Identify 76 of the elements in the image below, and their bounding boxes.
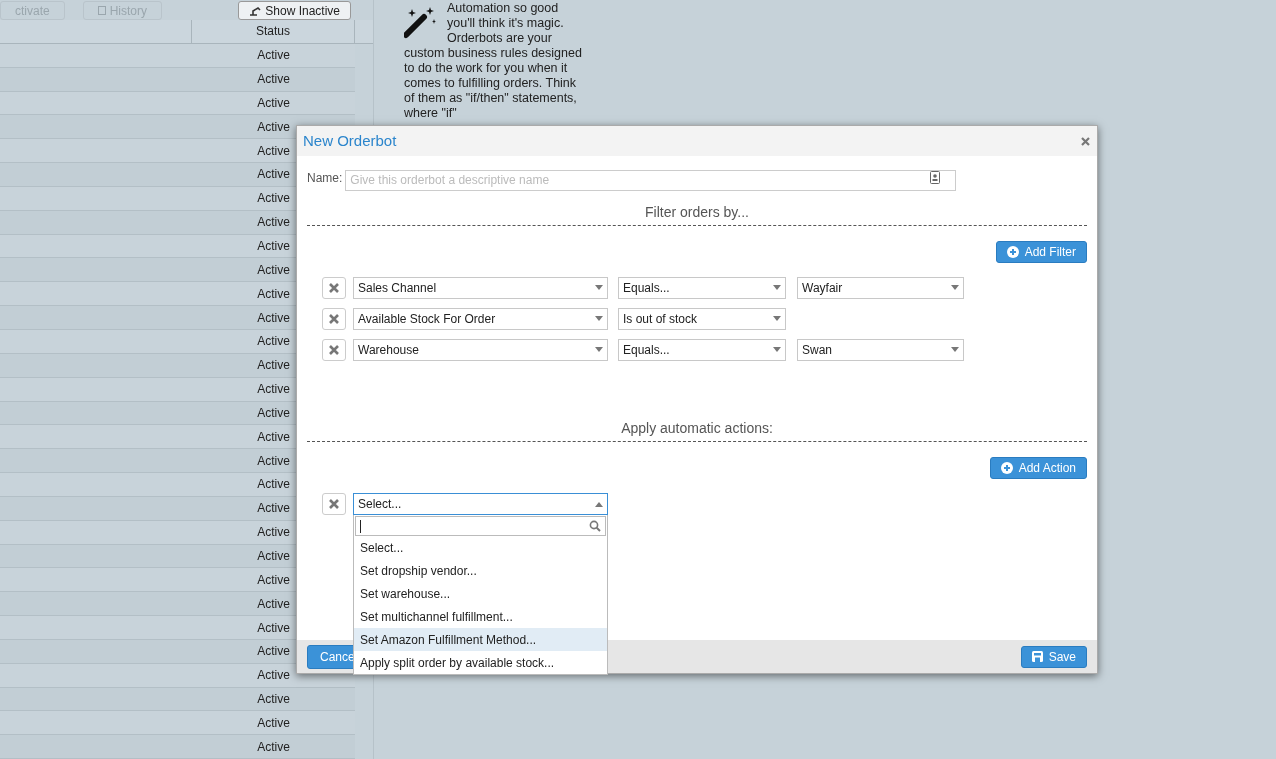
table-cell-text: Active xyxy=(257,71,290,89)
table-cell-text: Active xyxy=(257,548,290,565)
toolbar-button[interactable]: Show Inactive xyxy=(238,1,351,20)
table-cell-text: Active xyxy=(257,524,290,542)
close-icon xyxy=(329,283,339,293)
select-dropdown[interactable]: Equals... xyxy=(618,277,786,299)
table-cell-text: Active xyxy=(257,619,290,637)
select-dropdown[interactable]: Equals... xyxy=(618,339,786,361)
remove-button[interactable] xyxy=(322,493,346,515)
table-cell-text: Active xyxy=(257,94,290,112)
table-cell-text: Active xyxy=(257,452,290,470)
close-icon xyxy=(329,314,339,324)
caret-icon xyxy=(951,347,959,353)
search-icon xyxy=(589,520,601,532)
section-heading: Filter orders by... xyxy=(645,203,749,222)
select-dropdown[interactable]: Swan xyxy=(797,339,964,361)
select-dropdown[interactable]: Sales Channel xyxy=(353,277,608,299)
remove-button[interactable] xyxy=(322,339,346,361)
table-cell-text: Active xyxy=(257,691,290,709)
table-cell-text: Active xyxy=(257,738,290,756)
table-cell-text: Active xyxy=(257,214,290,232)
table-cell-text: Active xyxy=(257,166,290,184)
table-cell-text: Active xyxy=(257,476,290,494)
info-text: Automation so good you'll think it's magic. Orderbots are your xyxy=(447,1,565,46)
name-field[interactable]: Give this orderbot a descriptive name xyxy=(345,169,957,191)
caret-icon xyxy=(595,285,603,291)
close-icon xyxy=(1080,136,1090,146)
caret-icon xyxy=(773,316,781,322)
column-header: Status xyxy=(256,23,290,41)
table-cell-text: Active xyxy=(257,714,290,732)
table-cell-text: Active xyxy=(257,404,290,422)
section-heading: Apply automatic actions: xyxy=(621,419,773,438)
caret-icon xyxy=(773,285,781,291)
table-cell-text: Active xyxy=(257,595,290,613)
search-field[interactable] xyxy=(355,516,606,536)
table-cell-text: Active xyxy=(257,47,290,65)
magic-wand-icon xyxy=(404,5,438,39)
table-cell-text: Active xyxy=(257,333,290,351)
table-cell-text: Active xyxy=(257,643,290,661)
table-cell-text: Active xyxy=(257,428,290,446)
caret-icon xyxy=(595,501,603,507)
select-dropdown[interactable]: Wayfair xyxy=(797,277,964,299)
table-cell-text: Active xyxy=(257,118,290,136)
remove-button[interactable] xyxy=(322,277,346,299)
close-icon xyxy=(329,499,339,509)
plus-icon xyxy=(1000,462,1013,474)
table-cell-text: Active xyxy=(257,357,290,375)
close-icon xyxy=(329,345,339,355)
table-cell-text: Active xyxy=(257,571,290,589)
caret-icon xyxy=(773,347,781,353)
document-icon xyxy=(97,6,106,15)
robot-arm-icon xyxy=(249,5,262,16)
table-cell-text: Active xyxy=(257,190,290,208)
caret-icon xyxy=(595,316,603,322)
table-cell-text: Active xyxy=(257,500,290,518)
dialog-title: New Orderbot xyxy=(303,130,397,151)
info-text: custom business rules designed to do the work for you when it comes to fulfilling orders. Think of them as "if/then" statements, where "if" xyxy=(404,46,583,121)
dropdown-option[interactable]: Set Amazon Fulfillment Method... xyxy=(354,628,607,651)
select-dropdown[interactable]: Is out of stock xyxy=(618,308,786,330)
caret-icon xyxy=(951,285,959,291)
table-cell-text: Active xyxy=(257,261,290,279)
close-button[interactable] xyxy=(1079,135,1091,147)
select-dropdown[interactable]: Warehouse xyxy=(353,339,608,361)
table-cell-text: Active xyxy=(257,142,290,160)
plus-icon xyxy=(1006,246,1019,258)
select-dropdown[interactable]: Select... xyxy=(353,493,608,515)
table-cell-text: Active xyxy=(257,309,290,327)
caret-icon xyxy=(595,347,603,353)
table-cell-text: Active xyxy=(257,238,290,255)
table-cell-text: Active xyxy=(257,285,290,303)
select-dropdown[interactable]: Available Stock For Order xyxy=(353,308,608,330)
table-cell-text: Active xyxy=(257,667,290,685)
contact-card-icon xyxy=(930,171,941,184)
table-cell-text: Active xyxy=(257,381,290,399)
remove-button[interactable] xyxy=(322,308,346,330)
field-label: Name: xyxy=(307,169,343,187)
